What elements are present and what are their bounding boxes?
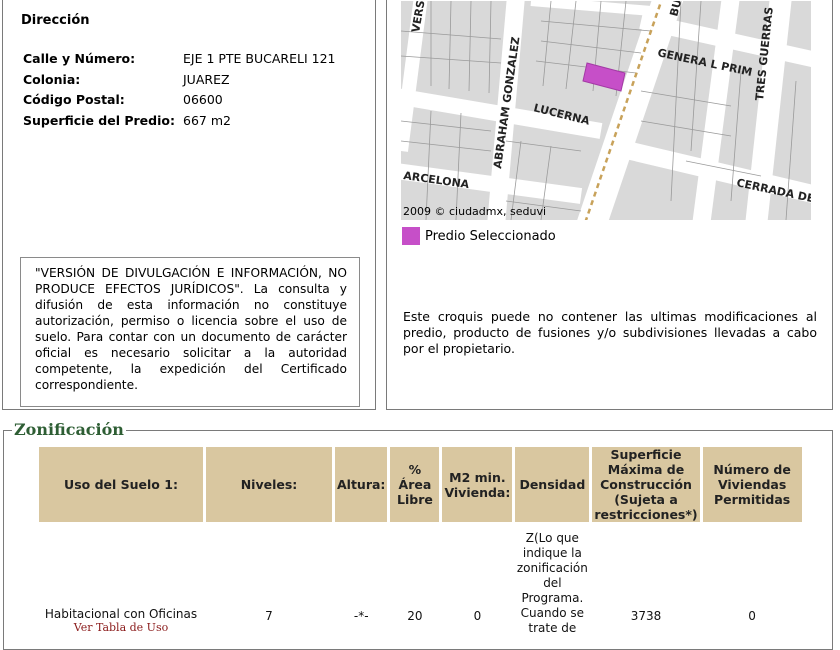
location-map[interactable]: VERSA BU GENERA L PRIM TRES GUERRAS ABRA… xyxy=(401,1,811,220)
legend-swatch xyxy=(402,227,420,245)
map-panel: VERSA BU GENERA L PRIM TRES GUERRAS ABRA… xyxy=(386,0,833,410)
column-header: Uso del Suelo 1: xyxy=(39,447,203,522)
disclaimer-box: "VERSIÓN DE DIVULGACIÓN E INFORMACIÓN, N… xyxy=(20,257,360,407)
ver-tabla-uso-link[interactable]: Ver Tabla de Uso xyxy=(40,621,202,634)
address-label: Código Postal: xyxy=(23,92,125,107)
uso-cell: Habitacional con Oficinas Ver Tabla de U… xyxy=(39,525,203,637)
map-legend: Predio Seleccionado xyxy=(402,227,556,245)
address-value: EJE 1 PTE BUCARELI 121 xyxy=(183,51,336,66)
viviendas-cell: 0 xyxy=(748,608,756,623)
map-copyright: 2009 © ciudadmx, seduvi xyxy=(403,205,547,218)
niveles-cell: 7 xyxy=(265,608,273,623)
address-value: 667 m2 xyxy=(183,112,231,128)
column-header: Superficie Máxima de Construcción (Sujet… xyxy=(592,447,700,522)
area-libre-cell: 20 xyxy=(407,608,423,623)
legend-label: Predio Seleccionado xyxy=(425,228,556,244)
column-header: Número de Viviendas Permitidas xyxy=(702,447,802,522)
altura-cell: -*- xyxy=(353,608,369,623)
uso-value: Habitacional con Oficinas xyxy=(44,607,198,621)
superficie-cell: 3738 xyxy=(630,608,662,623)
zonificacion-table: Uso del Suelo 1: Niveles: Altura: % Área… xyxy=(36,444,805,640)
table-header-row: Uso del Suelo 1: Niveles: Altura: % Área… xyxy=(39,447,802,522)
address-table: Calle y Número: EJE 1 PTE BUCARELI 121 C… xyxy=(23,49,336,131)
column-header: Densidad xyxy=(515,447,590,522)
address-value: JUAREZ xyxy=(183,71,230,87)
direccion-title: Dirección xyxy=(21,13,90,28)
column-header: Niveles: xyxy=(206,447,332,522)
address-panel: Dirección Calle y Número: EJE 1 PTE BUCA… xyxy=(2,0,376,410)
map-sketch: VERSA BU GENERA L PRIM TRES GUERRAS ABRA… xyxy=(401,1,811,220)
column-header: Altura: xyxy=(335,447,388,522)
zonificacion-title: Zonificación xyxy=(12,420,126,439)
croquis-note: Este croquis puede no contener las ultim… xyxy=(403,309,817,356)
column-header: % Área Libre xyxy=(390,447,440,522)
address-row: Calle y Número: EJE 1 PTE BUCARELI 121 xyxy=(23,49,336,70)
table-row: Habitacional con Oficinas Ver Tabla de U… xyxy=(39,525,802,637)
m2-min-cell: 0 xyxy=(473,608,482,623)
address-row: Código Postal: 06600 xyxy=(23,90,336,111)
address-label: Calle y Número: xyxy=(23,51,136,66)
address-label: Superficie del Predio: xyxy=(23,112,175,128)
address-row: Colonia: JUAREZ xyxy=(23,70,336,91)
address-value: 06600 xyxy=(183,92,223,107)
address-label: Colonia: xyxy=(23,71,81,87)
column-header: M2 min. Vivienda: xyxy=(442,447,513,522)
address-row: Superficie del Predio: 667 m2 xyxy=(23,111,336,132)
densidad-cell: Z(Lo que indique la zonificación del Pro… xyxy=(516,531,588,635)
